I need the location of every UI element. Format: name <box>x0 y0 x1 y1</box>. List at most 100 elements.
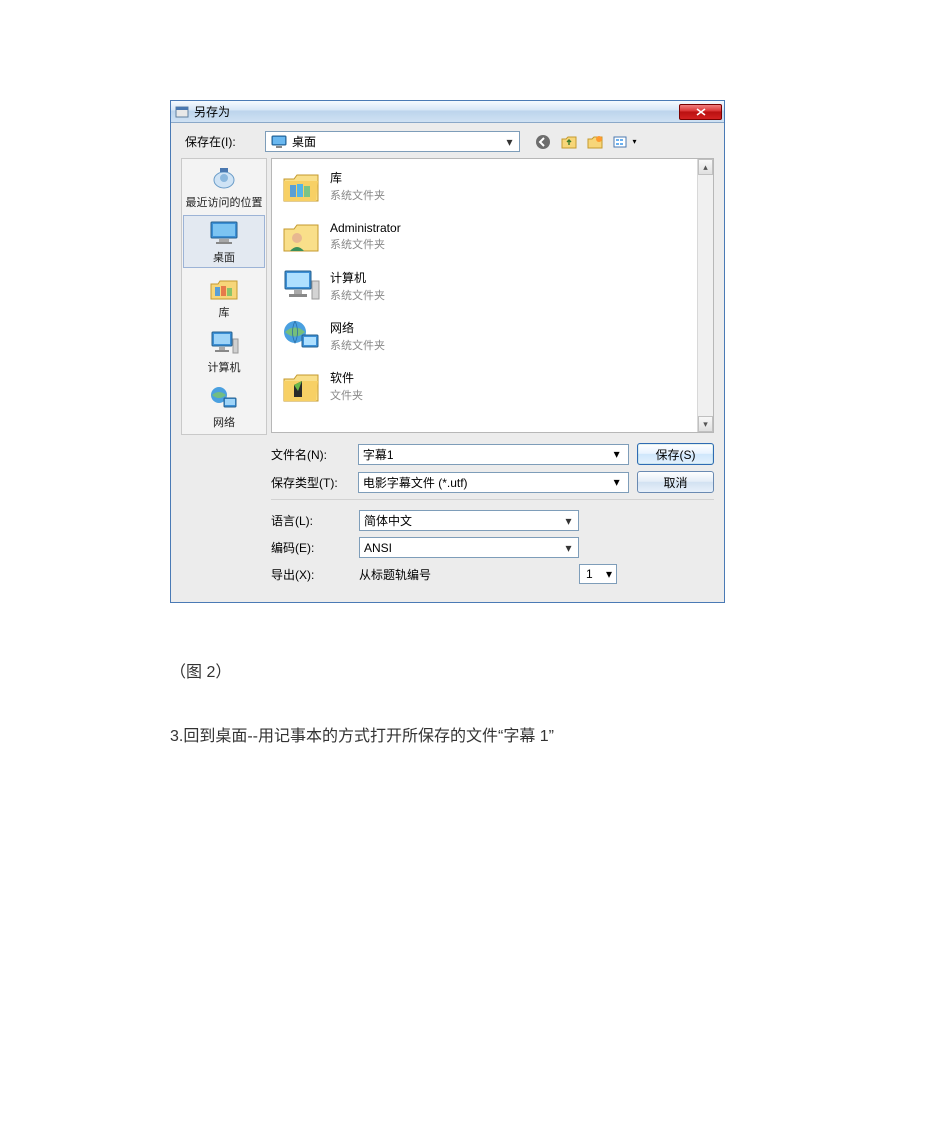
file-name: Administrator <box>330 221 401 235</box>
filetype-dropdown[interactable]: 电影字幕文件 (*.utf) ▾ <box>358 472 629 493</box>
encoding-label: 编码(E): <box>271 539 351 556</box>
up-folder-icon <box>561 135 577 149</box>
list-item-text: 库 系统文件夹 <box>330 169 385 203</box>
dropdown-arrow-icon: ▾ <box>609 475 624 489</box>
cancel-button[interactable]: 取消 <box>637 471 714 493</box>
instruction-text: 3.回到桌面--用记事本的方式打开所保存的文件“字幕 1” <box>170 722 845 746</box>
nav-toolbar: ▾ <box>532 132 640 152</box>
list-item[interactable]: 网络 系统文件夹 <box>272 311 713 361</box>
file-name: 网络 <box>330 319 385 336</box>
close-button[interactable] <box>679 104 722 120</box>
save-in-label: 保存在(I): <box>185 133 259 150</box>
list-item[interactable]: 库 系统文件夹 <box>272 161 713 211</box>
list-item[interactable]: 计算机 系统文件夹 <box>272 261 713 311</box>
save-button[interactable]: 保存(S) <box>637 443 714 465</box>
dropdown-arrow-icon: ▾ <box>502 135 517 149</box>
dropdown-arrow-icon: ▾ <box>609 447 624 461</box>
language-row: 语言(L): 简体中文 ▾ <box>271 510 714 531</box>
desktop-icon <box>208 219 240 247</box>
place-libraries[interactable]: 库 <box>182 269 266 324</box>
encoding-dropdown[interactable]: ANSI ▾ <box>359 537 579 558</box>
places-bar: 最近访问的位置 桌面 <box>181 158 267 435</box>
network-icon <box>208 384 240 412</box>
list-item-text: Administrator 系统文件夹 <box>330 221 401 252</box>
scroll-track[interactable] <box>698 175 713 416</box>
app-icon <box>175 105 189 119</box>
list-item[interactable]: 软件 文件夹 <box>272 361 713 411</box>
place-label: 网络 <box>213 414 235 430</box>
language-value: 简体中文 <box>364 512 561 529</box>
encoding-value: ANSI <box>364 541 561 555</box>
list-item[interactable]: Administrator 系统文件夹 <box>272 211 713 261</box>
computer-icon <box>208 329 240 357</box>
file-subtitle: 系统文件夹 <box>330 337 385 353</box>
filename-value: 字幕1 <box>363 446 609 463</box>
place-desktop[interactable]: 桌面 <box>183 215 265 268</box>
place-label: 库 <box>219 304 230 320</box>
libraries-folder-icon <box>280 166 322 206</box>
filename-input[interactable]: 字幕1 ▾ <box>358 444 629 465</box>
back-icon <box>535 134 551 150</box>
place-recent[interactable]: 最近访问的位置 <box>182 159 266 214</box>
dropdown-arrow-icon: ▾ <box>602 567 616 581</box>
recent-places-icon <box>208 164 240 192</box>
new-folder-icon <box>587 135 603 149</box>
dialog-body: 保存在(I): 桌面 ▾ <box>171 123 724 602</box>
export-number-value: 1 <box>586 567 593 581</box>
form-section: 文件名(N): 字幕1 ▾ 保存(S) 保存类型(T): 电影字幕文件 (*.u… <box>181 443 714 584</box>
file-subtitle: 系统文件夹 <box>330 236 401 252</box>
list-item-text: 计算机 系统文件夹 <box>330 269 385 303</box>
file-subtitle: 系统文件夹 <box>330 287 385 303</box>
file-subtitle: 系统文件夹 <box>330 187 385 203</box>
new-folder-button[interactable] <box>584 132 606 152</box>
encoding-row: 编码(E): ANSI ▾ <box>271 537 714 558</box>
view-menu-icon <box>613 135 631 149</box>
up-one-level-button[interactable] <box>558 132 580 152</box>
filename-label: 文件名(N): <box>271 446 350 463</box>
scroll-up-button[interactable]: ▴ <box>698 159 713 175</box>
save-button-label: 保存(S) <box>656 446 696 463</box>
back-button[interactable] <box>532 132 554 152</box>
filetype-row: 保存类型(T): 电影字幕文件 (*.utf) ▾ 取消 <box>271 471 714 493</box>
chevron-down-icon: ▾ <box>632 137 636 146</box>
place-computer[interactable]: 计算机 <box>182 324 266 379</box>
cancel-button-label: 取消 <box>664 474 688 491</box>
export-text: 从标题轨编号 <box>359 566 431 583</box>
filename-row: 文件名(N): 字幕1 ▾ 保存(S) <box>271 443 714 465</box>
file-name: 计算机 <box>330 269 385 286</box>
export-row: 导出(X): 从标题轨编号 1 ▾ <box>271 564 714 584</box>
computer-large-icon <box>280 266 322 306</box>
file-subtitle: 文件夹 <box>330 387 363 403</box>
save-as-dialog: 另存为 保存在(I): 桌面 <box>170 100 725 603</box>
vertical-scrollbar[interactable]: ▴ ▾ <box>697 159 713 432</box>
dialog-title: 另存为 <box>194 103 679 120</box>
file-name: 库 <box>330 169 385 186</box>
filetype-label: 保存类型(T): <box>271 474 350 491</box>
user-folder-icon <box>280 216 322 256</box>
desktop-icon <box>270 135 288 149</box>
list-item-text: 软件 文件夹 <box>330 369 363 403</box>
scroll-down-button[interactable]: ▾ <box>698 416 713 432</box>
network-large-icon <box>280 316 322 356</box>
title-bar: 另存为 <box>171 101 724 123</box>
filetype-value: 电影字幕文件 (*.utf) <box>363 474 609 491</box>
close-icon <box>696 108 706 116</box>
location-row: 保存在(I): 桌面 ▾ <box>181 131 714 152</box>
language-dropdown[interactable]: 简体中文 ▾ <box>359 510 579 531</box>
file-name: 软件 <box>330 369 363 386</box>
place-label: 桌面 <box>213 249 235 265</box>
list-item-text: 网络 系统文件夹 <box>330 319 385 353</box>
view-menu-button[interactable]: ▾ <box>610 132 640 152</box>
export-number-dropdown[interactable]: 1 ▾ <box>579 564 617 584</box>
place-label: 最近访问的位置 <box>186 194 263 210</box>
export-label: 导出(X): <box>271 566 351 583</box>
place-network[interactable]: 网络 <box>182 379 266 434</box>
dropdown-arrow-icon: ▾ <box>561 541 576 555</box>
separator <box>271 499 714 500</box>
file-list[interactable]: 库 系统文件夹 Administ <box>271 158 714 433</box>
libraries-icon <box>208 274 240 302</box>
location-dropdown[interactable]: 桌面 ▾ <box>265 131 520 152</box>
location-value: 桌面 <box>292 133 502 150</box>
dropdown-arrow-icon: ▾ <box>561 514 576 528</box>
language-label: 语言(L): <box>271 512 351 529</box>
